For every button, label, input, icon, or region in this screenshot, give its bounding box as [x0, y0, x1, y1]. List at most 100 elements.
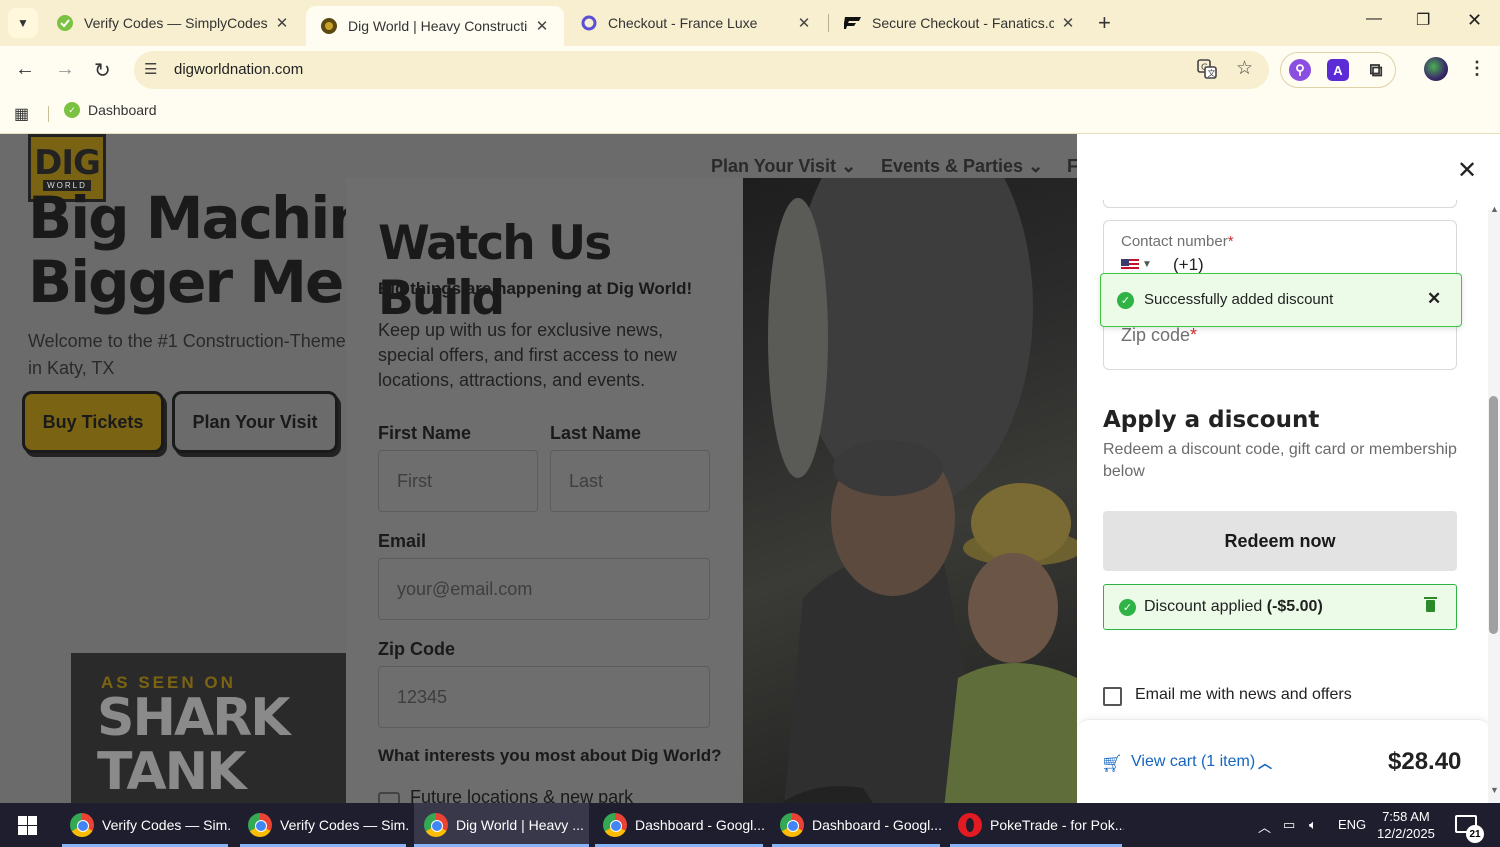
tab-fanatics[interactable]: Secure Checkout - Fanatics.com ✕	[830, 6, 1090, 40]
modal-title: Watch Us Build	[378, 216, 612, 326]
first-name-input[interactable]: First	[378, 450, 538, 512]
back-icon[interactable]: ←	[15, 58, 35, 81]
close-icon[interactable]: ✕	[534, 17, 550, 35]
discount-applied-badge: ✓ Discount applied (-$5.00)	[1103, 584, 1457, 630]
taskbar-item[interactable]: Dashboard - Googl...	[770, 803, 942, 847]
reload-icon[interactable]: ↻	[94, 58, 111, 83]
chevron-up-icon[interactable]: ︿	[1258, 817, 1271, 836]
network-icon[interactable]: ▭	[1283, 817, 1295, 833]
us-flag-icon[interactable]	[1121, 259, 1139, 271]
view-cart-link[interactable]: View cart (1 item)	[1131, 753, 1255, 771]
nav-truncated[interactable]: F	[1067, 156, 1077, 177]
email-optin-checkbox[interactable]	[1103, 687, 1122, 706]
modal-subtitle: Big things are happening at Dig World!	[378, 279, 693, 298]
opera-icon	[958, 813, 982, 837]
close-icon[interactable]: ✕	[1457, 156, 1477, 185]
bookmark-separator	[48, 106, 49, 122]
forward-icon[interactable]: →	[55, 58, 75, 81]
windows-start-icon[interactable]	[18, 816, 37, 835]
language-indicator[interactable]: ENG	[1338, 817, 1366, 832]
family-photo	[743, 178, 1077, 803]
site-settings-icon[interactable]: ☰	[144, 60, 157, 78]
windows-taskbar: Verify Codes — Sim... Verify Codes — Sim…	[0, 803, 1500, 847]
system-clock[interactable]: 7:58 AM 12/2/2025	[1377, 808, 1435, 842]
fanatics-icon	[844, 14, 862, 32]
applied-prefix: Discount applied	[1144, 598, 1263, 615]
plan-visit-button[interactable]: Plan Your Visit	[172, 391, 338, 453]
bookmark-dashboard[interactable]: ✓ Dashboard	[64, 102, 157, 118]
zip-label-text: Zip code	[1121, 325, 1191, 345]
discount-subtext: Redeem a discount code, gift card or mem…	[1103, 441, 1457, 480]
close-icon[interactable]: ✕	[1060, 14, 1076, 32]
puzzle-icon[interactable]: ⧉	[1365, 59, 1387, 81]
first-name-label: First Name	[378, 423, 472, 443]
minimize-icon[interactable]: —	[1366, 10, 1382, 28]
nav-plan-your-visit[interactable]: Plan Your Visit ⌄	[711, 156, 856, 177]
last-name-label: Last Name	[550, 423, 642, 443]
tab-france-luxe[interactable]: Checkout - France Luxe ✕	[566, 6, 826, 40]
zip-code-input[interactable]: 12345	[378, 666, 710, 728]
taskbar-item[interactable]: Dashboard - Googl...	[593, 803, 765, 847]
discount-applied-text: Discount applied (-$5.00)	[1144, 598, 1323, 616]
chevron-down-icon: ⌄	[1028, 156, 1044, 176]
bookmark-star-icon[interactable]: ☆	[1236, 57, 1253, 80]
scroll-down-icon[interactable]: ▼	[1490, 785, 1499, 795]
chrome-icon	[424, 813, 448, 837]
tab-dig-world[interactable]: Dig World | Heavy Construction ✕	[306, 6, 564, 46]
profile-avatar[interactable]	[1424, 57, 1448, 81]
volume-icon[interactable]: 🔈︎	[1309, 817, 1317, 833]
check-circle-icon: ✓	[1117, 292, 1134, 309]
hero-subtitle-line1: Welcome to the #1 Construction-Themed A	[28, 331, 372, 351]
taskbar-item[interactable]: Verify Codes — Sim...	[238, 803, 408, 847]
taskbar-item[interactable]: PokeTrade - for Pok...	[948, 803, 1124, 847]
email-optin-label[interactable]: Email me with news and offers	[1135, 686, 1352, 704]
restore-icon[interactable]: ❐	[1416, 10, 1430, 30]
tab-search-button[interactable]: ▼	[8, 8, 38, 38]
close-icon[interactable]: ✕	[1427, 289, 1441, 309]
notification-count: 21	[1466, 825, 1484, 843]
address-bar[interactable]: ☰ digworldnation.com G文 ☆	[134, 51, 1269, 89]
chrome-icon	[603, 813, 627, 837]
close-icon[interactable]: ✕	[274, 14, 290, 32]
url-text[interactable]: digworldnation.com	[174, 61, 303, 78]
simplycodes-extension-icon[interactable]: ⚲	[1289, 59, 1311, 81]
taskbar-item-active[interactable]: Dig World | Heavy ...	[414, 803, 589, 847]
required-mark: *	[1227, 233, 1234, 250]
email-input[interactable]: your@email.com	[378, 558, 710, 620]
caret-down-icon[interactable]: ▼	[1142, 259, 1152, 270]
taskbar-label: Verify Codes — Sim...	[280, 817, 408, 833]
translate-icon[interactable]: G文	[1197, 59, 1217, 84]
taskbar-item[interactable]: Verify Codes — Sim...	[60, 803, 230, 847]
shark-tank-line2: TANK	[97, 742, 246, 802]
bookmark-label: Dashboard	[88, 102, 157, 118]
cart-summary-bar: 🛒︎ View cart (1 item) ︿ $28.40	[1077, 719, 1490, 803]
toast-message: Successfully added discount	[1144, 291, 1334, 308]
more-menu-icon[interactable]: ⋮	[1468, 58, 1486, 79]
clock-date: 12/2/2025	[1377, 826, 1435, 841]
tab-simplycodes[interactable]: Verify Codes — SimplyCodes ✕	[42, 6, 304, 40]
close-window-icon[interactable]: ✕	[1467, 10, 1482, 31]
scroll-up-icon[interactable]: ▲	[1490, 204, 1499, 214]
logo-text: DIG	[34, 142, 101, 183]
newsletter-modal: Watch Us Build Big things are happening …	[346, 178, 1077, 803]
trash-icon[interactable]	[1424, 597, 1437, 612]
contact-number-label: Contact number*	[1121, 233, 1234, 250]
modal-body: Keep up with us for exclusive news, spec…	[378, 320, 677, 390]
apps-grid-icon[interactable]: ▦	[14, 104, 29, 124]
last-name-input[interactable]: Last	[550, 450, 710, 512]
close-icon[interactable]: ✕	[796, 14, 812, 32]
bookmarks-bar: ▦ ✓ Dashboard	[0, 94, 1500, 134]
previous-field-edge	[1103, 200, 1457, 208]
new-tab-button[interactable]: +	[1098, 10, 1111, 36]
phone-country-code: (+1)	[1173, 255, 1204, 274]
chevron-up-icon[interactable]: ︿	[1258, 753, 1272, 773]
interest-checkbox[interactable]	[378, 792, 400, 803]
scrollbar-thumb[interactable]	[1489, 396, 1498, 634]
taskbar-label: Dashboard - Googl...	[812, 817, 942, 833]
redeem-now-button[interactable]: Redeem now	[1103, 511, 1457, 571]
font-extension-icon[interactable]: A	[1327, 59, 1349, 81]
cart-icon[interactable]: 🛒︎	[1101, 754, 1123, 774]
buy-tickets-button[interactable]: Buy Tickets	[22, 391, 164, 453]
nav-events-parties[interactable]: Events & Parties ⌄	[881, 156, 1043, 177]
newsletter-form: Watch Us Build Big things are happening …	[346, 178, 743, 803]
